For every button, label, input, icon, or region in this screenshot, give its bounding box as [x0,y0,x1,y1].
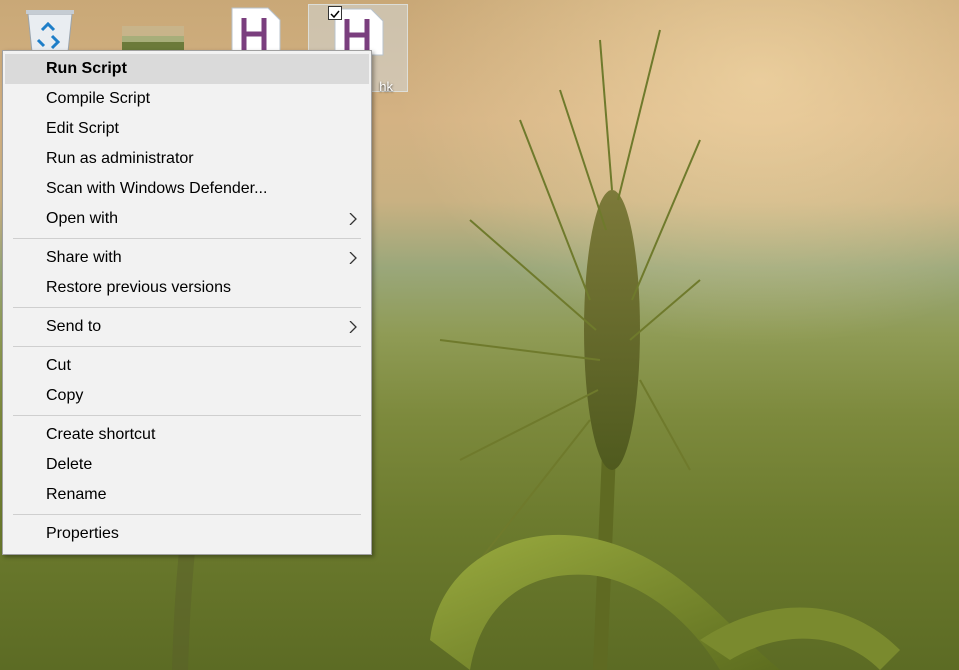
menu-item-label: Create shortcut [46,426,156,443]
check-icon [330,10,340,19]
menu-item-rename[interactable]: Rename [3,480,371,510]
menu-item-label: Rename [46,486,107,503]
menu-separator [13,346,361,347]
menu-item-copy[interactable]: Copy [3,381,371,411]
menu-item-run-as-administrator[interactable]: Run as administrator [3,144,371,174]
menu-item-send-to[interactable]: Send to [3,312,371,342]
menu-separator [13,514,361,515]
menu-item-label: Scan with Windows Defender... [46,180,268,197]
menu-item-scan-with-windows-defender[interactable]: Scan with Windows Defender... [3,174,371,204]
menu-item-create-shortcut[interactable]: Create shortcut [3,420,371,450]
menu-item-label: Compile Script [46,90,151,107]
menu-item-label: Send to [46,318,102,335]
menu-item-share-with[interactable]: Share with [3,243,371,273]
chevron-right-icon [349,252,357,264]
menu-item-properties[interactable]: Properties [3,519,371,549]
selection-checkbox[interactable] [328,6,342,20]
menu-item-compile-script[interactable]: Compile Script [3,84,371,114]
menu-item-label: Copy [46,387,84,404]
chevron-right-icon [349,213,357,225]
menu-item-run-script[interactable]: Run Script [5,54,369,84]
menu-item-label: Run as administrator [46,150,194,167]
menu-item-label: Cut [46,357,71,374]
menu-item-open-with[interactable]: Open with [3,204,371,234]
ahk-file-caption: hk [379,79,393,94]
menu-item-restore-previous-versions[interactable]: Restore previous versions [3,273,371,303]
menu-item-label: Run Script [46,60,127,77]
menu-separator [13,307,361,308]
chevron-right-icon [349,321,357,333]
menu-item-label: Delete [46,456,93,473]
menu-item-label: Edit Script [46,120,119,137]
menu-item-label: Properties [46,525,119,542]
menu-separator [13,238,361,239]
menu-item-delete[interactable]: Delete [3,450,371,480]
menu-item-label: Restore previous versions [46,279,231,296]
menu-separator [13,415,361,416]
context-menu: Run Script Compile Script Edit Script Run a… [2,50,372,555]
menu-item-label: Share with [46,249,122,266]
menu-item-cut[interactable]: Cut [3,351,371,381]
menu-item-label: Open with [46,210,119,227]
menu-item-edit-script[interactable]: Edit Script [3,114,371,144]
